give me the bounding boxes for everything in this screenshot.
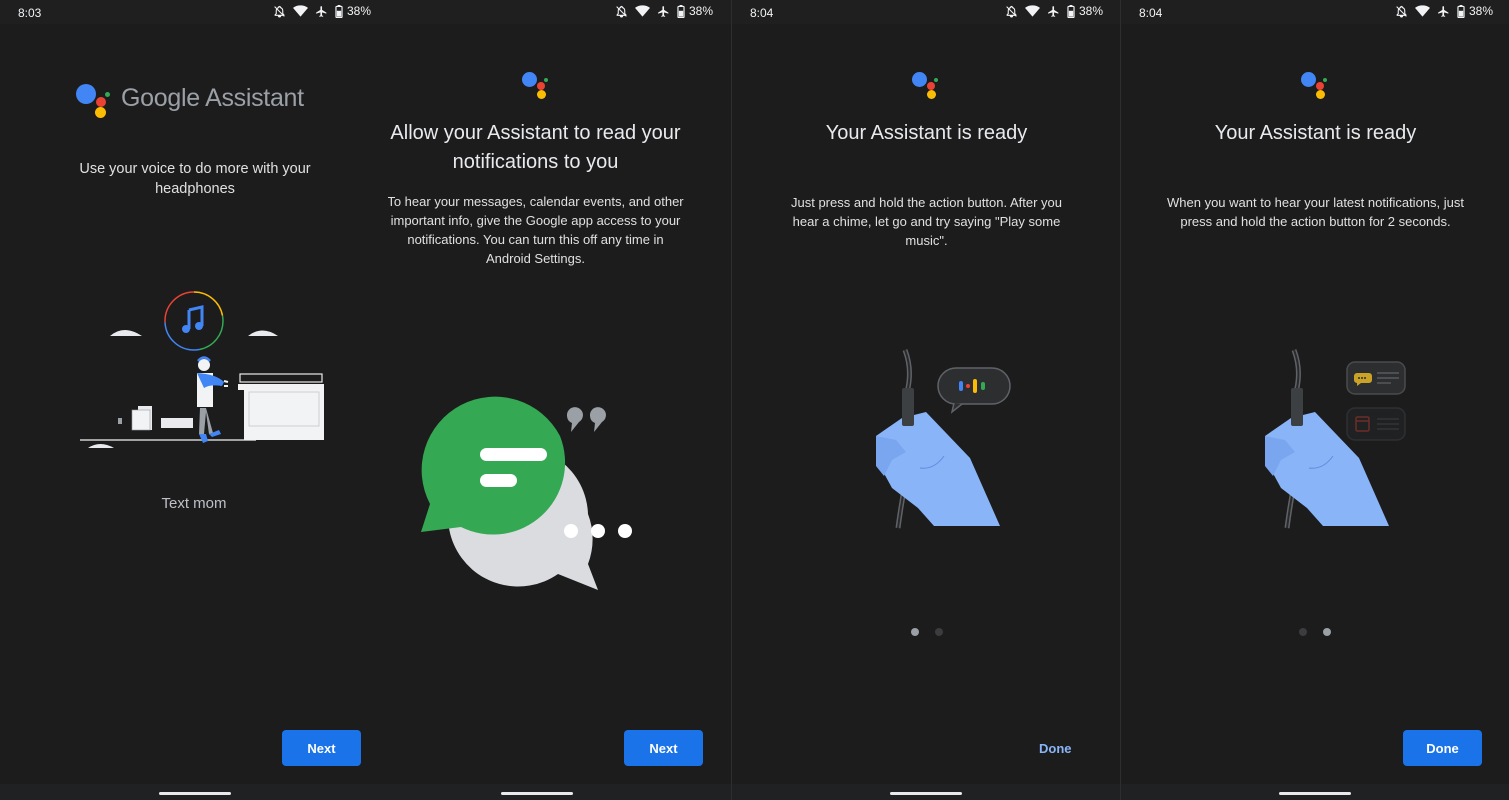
status-time: 8:04 xyxy=(1139,6,1163,20)
google-assistant-logo-icon xyxy=(76,84,112,118)
gesture-handle[interactable] xyxy=(1279,792,1351,795)
screen-intro: 8:03 38% Google Assistant Use your voice… xyxy=(0,0,388,800)
page-dot[interactable] xyxy=(935,628,943,636)
google-assistant-logo-icon xyxy=(1301,72,1331,102)
wifi-icon xyxy=(1414,5,1430,17)
screen-assistant-ready-music: 8:04 38% Your Assistant is ready Just pr… xyxy=(731,0,1120,800)
navigation-bar xyxy=(0,784,388,800)
next-button[interactable]: Next xyxy=(624,730,703,766)
screen-title: Your Assistant is ready xyxy=(825,122,1028,144)
navigation-bar xyxy=(1121,784,1509,800)
hand-holding-cable-illustration xyxy=(1265,349,1406,529)
gesture-handle[interactable] xyxy=(501,792,573,795)
battery-percentage: 38% xyxy=(1468,4,1493,18)
google-assistant-logo-icon xyxy=(522,72,552,102)
screen-description: When you want to hear your latest notifi… xyxy=(1167,195,1464,229)
hand-holding-cable-illustration xyxy=(876,349,1011,529)
example-command-caption: Text mom xyxy=(161,495,227,512)
page-dot[interactable] xyxy=(1299,628,1307,636)
status-time: 8:04 xyxy=(750,6,774,20)
screen-title: Allow your Assistant to read your notifi… xyxy=(390,122,681,173)
battery-percentage: 38% xyxy=(1078,4,1103,18)
screen-description: To hear your messages, calendar events, … xyxy=(388,194,684,266)
screen-description: Just press and hold the action button. A… xyxy=(790,195,1062,248)
google-assistant-wordmark: Google Assistant xyxy=(121,84,304,112)
done-button[interactable]: Done xyxy=(1403,730,1482,766)
page-dot-active[interactable] xyxy=(1323,628,1331,636)
next-button[interactable]: Next xyxy=(282,730,361,766)
gesture-handle[interactable] xyxy=(890,792,962,795)
done-button[interactable]: Done xyxy=(1039,741,1072,756)
airplane-icon xyxy=(1047,5,1060,18)
navigation-bar xyxy=(732,784,1120,800)
google-assistant-logo-icon xyxy=(912,72,942,102)
status-bar: 8:04 38% xyxy=(732,0,1120,24)
wifi-icon xyxy=(1024,5,1040,17)
battery-icon xyxy=(1457,4,1465,18)
chat-bubbles-illustration xyxy=(421,396,632,590)
battery-icon xyxy=(1067,4,1075,18)
voice-bubble-icon xyxy=(937,367,1011,414)
gesture-handle[interactable] xyxy=(159,792,231,795)
person-with-headphones-illustration xyxy=(80,291,324,448)
do-not-disturb-off-icon xyxy=(1395,5,1408,18)
screen-title: Your Assistant is ready xyxy=(1214,122,1417,144)
music-note-icon xyxy=(182,305,204,333)
calendar-notification-card-icon xyxy=(1346,407,1406,441)
message-notification-card-icon xyxy=(1346,361,1406,395)
status-bar: 8:04 38% xyxy=(1121,0,1509,24)
page-dot-active[interactable] xyxy=(911,628,919,636)
screen-assistant-ready-notifications: 8:04 38% Your Assistant is ready When yo… xyxy=(1120,0,1509,800)
airplane-icon xyxy=(1437,5,1450,18)
navigation-bar xyxy=(388,784,731,800)
intro-subtitle: Use your voice to do more with your head… xyxy=(79,161,311,197)
screen-notification-access: 38% Allow your Assistant to read your no… xyxy=(388,0,731,800)
do-not-disturb-off-icon xyxy=(1005,5,1018,18)
quote-marks-icon xyxy=(566,407,606,432)
